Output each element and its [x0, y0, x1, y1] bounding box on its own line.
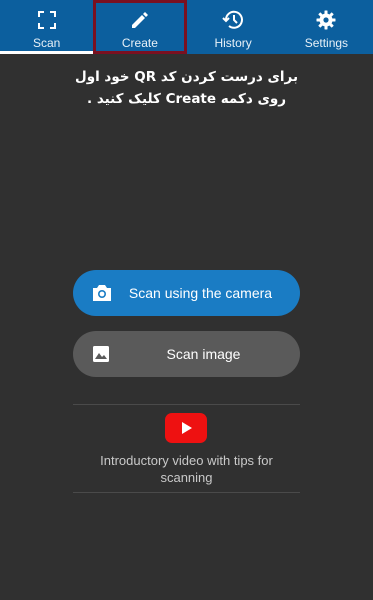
gear-icon: [315, 9, 337, 31]
tab-scan-label: Scan: [32, 36, 61, 50]
tab-create-label: Create: [121, 36, 158, 50]
instruction-text: برای درست کردن کد QR خود اول روی دکمه Cr…: [20, 66, 353, 110]
scan-image-button[interactable]: Scan image: [73, 331, 300, 377]
divider-bottom: [73, 492, 300, 493]
youtube-icon: [165, 413, 207, 443]
intro-video-label: Introductory video with tips for scannin…: [100, 453, 273, 485]
tab-history-label: History: [214, 36, 252, 50]
top-tab-bar: Scan Create History Settings: [0, 0, 373, 54]
tab-scan[interactable]: Scan: [0, 0, 94, 54]
tab-settings-label: Settings: [304, 36, 349, 50]
intro-video-link[interactable]: Introductory video with tips for scannin…: [73, 405, 300, 491]
instruction-line-2: روی دکمه Create کلیک کنید .: [86, 91, 286, 107]
tab-history[interactable]: History: [187, 0, 280, 54]
image-icon: [91, 344, 113, 364]
scan-camera-button[interactable]: Scan using the camera: [73, 270, 300, 316]
camera-icon: [91, 283, 113, 303]
instruction-line-1: برای درست کردن کد QR خود اول: [74, 69, 299, 85]
pencil-icon: [129, 9, 151, 31]
history-icon: [222, 9, 244, 31]
tab-settings[interactable]: Settings: [280, 0, 373, 54]
tab-create[interactable]: Create: [93, 0, 187, 54]
scan-icon: [36, 9, 58, 31]
